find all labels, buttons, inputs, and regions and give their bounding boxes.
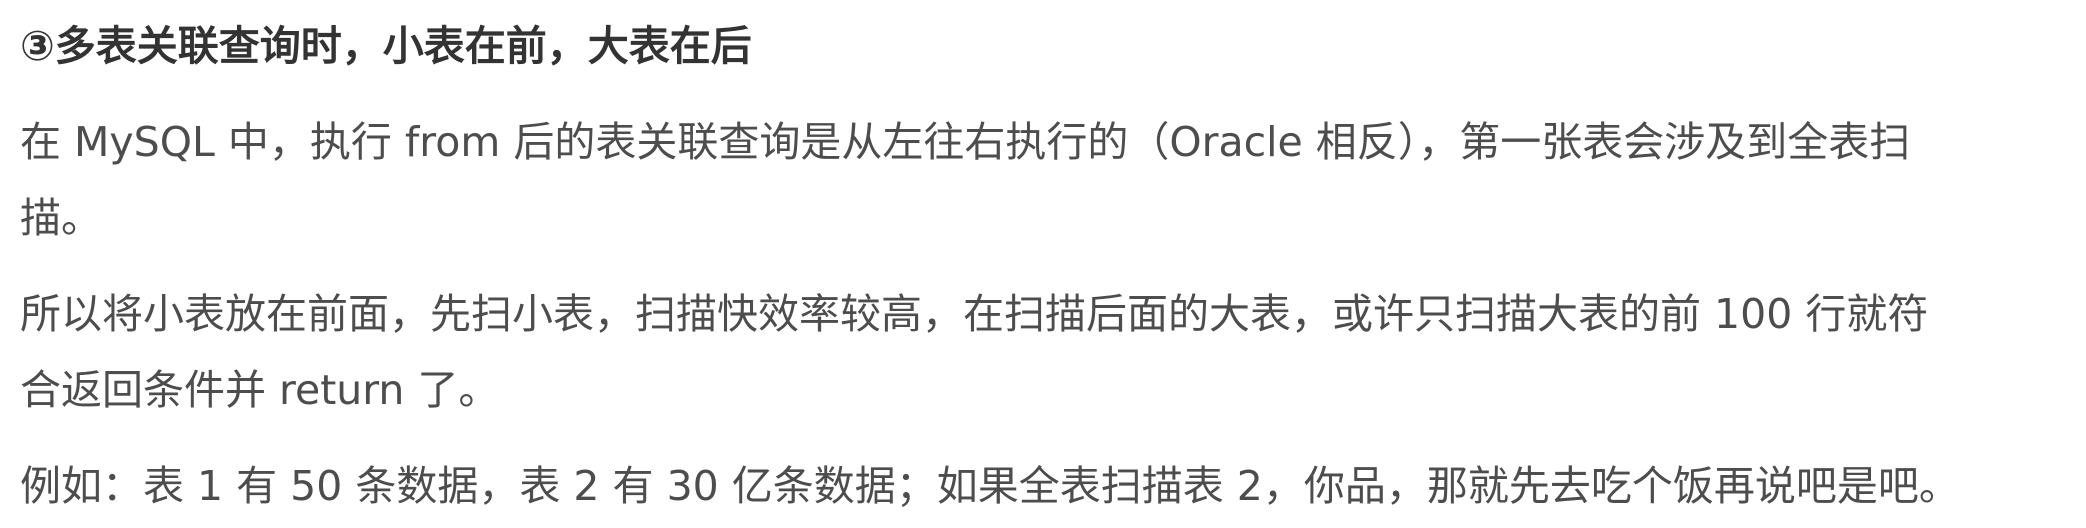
paragraph-line: 描。: [20, 194, 102, 242]
paragraph-line: 所以将小表放在前面，先扫小表，扫描快效率较高，在扫描后面的大表，或许只扫描大表的…: [20, 290, 1929, 338]
paragraph-line: 合返回条件并 return 了。: [20, 366, 500, 414]
paragraph-mysql-join-order: 在 MySQL 中，执行 from 后的表关联查询是从左往右执行的（Oracle…: [20, 104, 2060, 256]
paragraph-line: 在 MySQL 中，执行 from 后的表关联查询是从左往右执行的（Oracle…: [20, 118, 1911, 166]
paragraph-small-table-first: 所以将小表放在前面，先扫小表，扫描快效率较高，在扫描后面的大表，或许只扫描大表的…: [20, 276, 2060, 428]
paragraph-example: 例如：表 1 有 50 条数据，表 2 有 30 亿条数据；如果全表扫描表 2，…: [20, 448, 2060, 524]
section-heading: ③多表关联查询时，小表在前，大表在后: [20, 22, 752, 70]
paragraph-line: 例如：表 1 有 50 条数据，表 2 有 30 亿条数据；如果全表扫描表 2，…: [20, 462, 1960, 510]
